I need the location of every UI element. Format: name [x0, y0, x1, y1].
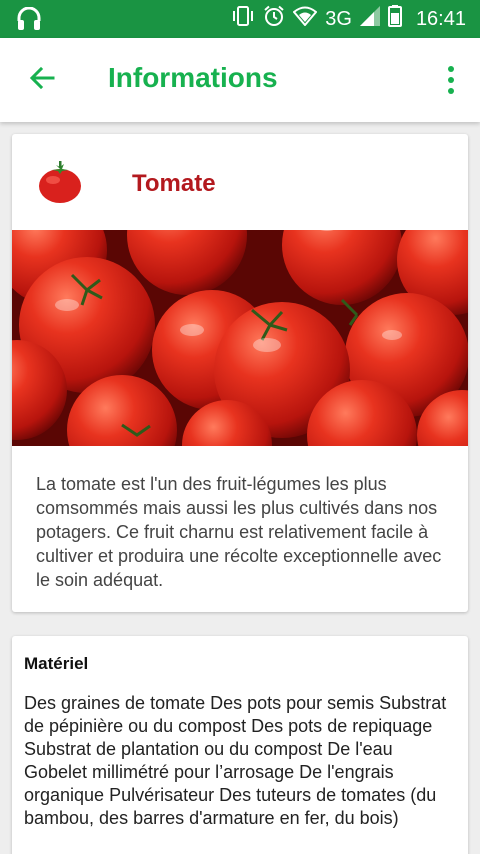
tomato-icon — [36, 158, 84, 206]
tomatoes-photo — [12, 175, 468, 490]
more-vertical-icon — [448, 66, 454, 72]
headphones-icon — [16, 6, 42, 31]
status-time: 16:41 — [415, 7, 466, 30]
material-text: Des graines de tomate Des pots pour semi… — [24, 693, 447, 828]
alarm-icon — [263, 5, 285, 33]
battery-icon — [387, 5, 402, 33]
wifi-icon — [292, 6, 318, 32]
page-title: Informations — [108, 62, 278, 93]
app-bar: Informations — [0, 38, 480, 122]
network-type: 3G — [325, 7, 352, 30]
vibrate-icon — [231, 5, 255, 33]
vegetable-card: Tomate La tomate est l'un des fruit-légu… — [12, 134, 468, 612]
arrow-left-icon — [29, 66, 55, 95]
vegetable-name: Tomate — [132, 170, 216, 197]
signal-icon — [359, 6, 380, 32]
vegetable-description: La tomate est l'un des fruit-légumes les… — [36, 474, 442, 590]
material-card: Matériel Des graines de tomate Des pots … — [12, 636, 468, 854]
status-bar: 3G 16:41 — [0, 0, 480, 38]
material-title: Matériel — [24, 654, 89, 673]
back-button[interactable] — [22, 60, 62, 100]
more-options-button[interactable] — [440, 60, 462, 100]
